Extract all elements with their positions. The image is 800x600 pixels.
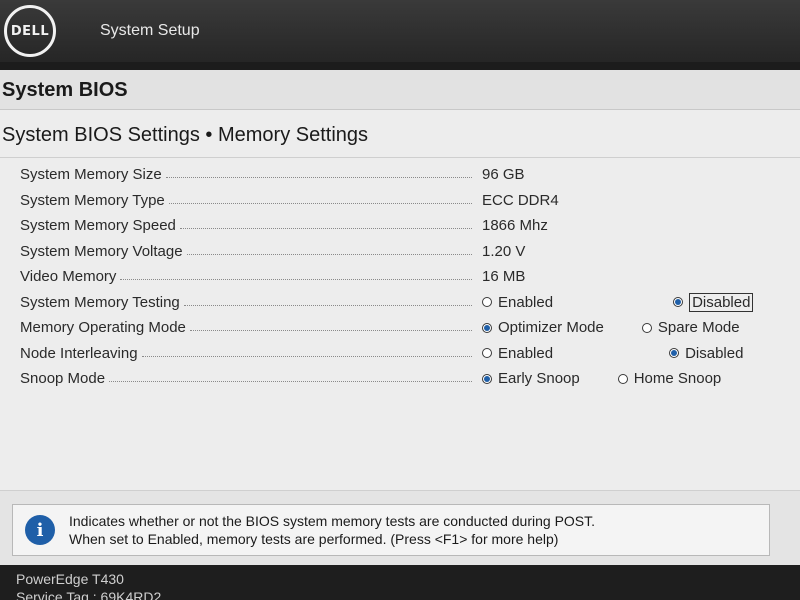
setting-row-memory-voltage: System Memory Voltage 1.20 V	[0, 239, 800, 265]
radio-checked-icon	[482, 322, 492, 333]
setting-label: System Memory Speed	[20, 217, 176, 235]
leader-dots	[120, 279, 472, 281]
setting-value: 1866 Mhz	[482, 217, 548, 235]
setting-label: Memory Operating Mode	[20, 319, 186, 337]
setting-value: 16 MB	[482, 268, 526, 286]
setting-label: System Memory Voltage	[20, 242, 183, 260]
radio-group: Early Snoop Home Snoop	[482, 370, 721, 387]
radio-checked-icon	[669, 348, 680, 359]
radio-group: Enabled Disabled	[482, 292, 754, 312]
radio-checked-icon	[673, 297, 684, 308]
main-panel: System BIOS System BIOS Settings • Memor…	[0, 70, 800, 565]
leader-dots	[141, 355, 472, 357]
setting-label: Snoop Mode	[20, 370, 106, 388]
radio-group: Optimizer Mode Spare Mode	[482, 319, 740, 336]
app-title: System Setup	[100, 22, 200, 39]
page-title: System BIOS Settings • Memory Settings	[0, 110, 800, 158]
setting-value: 96 GB	[482, 166, 525, 184]
section-title: System BIOS	[0, 70, 800, 110]
radio-option-label: Enabled	[498, 293, 554, 311]
radio-unchecked-icon	[641, 322, 652, 333]
top-bar: DELL System Setup	[0, 0, 800, 62]
help-panel: i Indicates whether or not the BIOS syst…	[0, 490, 800, 565]
radio-option[interactable]: Disabled	[669, 345, 743, 362]
leader-dots	[183, 304, 472, 306]
leader-dots	[189, 330, 472, 332]
radio-option[interactable]: Spare Mode	[641, 319, 740, 337]
radio-option-label: Optimizer Mode	[498, 319, 604, 337]
leader-dots	[165, 177, 472, 179]
leader-dots	[186, 253, 472, 255]
radio-option[interactable]: Optimizer Mode	[482, 319, 604, 336]
radio-option-label: Enabled	[498, 344, 554, 362]
setting-row-memory-speed: System Memory Speed 1866 Mhz	[0, 213, 800, 239]
help-line-1: Indicates whether or not the BIOS system…	[69, 513, 596, 529]
radio-group: Enabled Disabled	[482, 345, 743, 362]
radio-option-label: Early Snoop	[498, 370, 580, 388]
setting-label: Node Interleaving	[20, 344, 138, 362]
setting-row-node-interleaving: Node Interleaving Enabled Disabled	[0, 341, 800, 367]
leader-dots	[109, 381, 472, 383]
setting-label: Video Memory	[20, 268, 117, 286]
radio-option-label: Disabled	[689, 292, 754, 312]
help-box: i Indicates whether or not the BIOS syst…	[12, 504, 770, 556]
radio-option-label: Home Snoop	[633, 370, 722, 388]
dell-logo: DELL	[4, 5, 56, 57]
radio-checked-icon	[482, 373, 492, 384]
radio-option-label: Spare Mode	[657, 319, 740, 337]
help-line-2: When set to Enabled, memory tests are pe…	[69, 531, 559, 547]
setting-row-memory-type: System Memory Type ECC DDR4	[0, 188, 800, 214]
setting-label: System Memory Size	[20, 166, 162, 184]
radio-option-label: Disabled	[685, 344, 744, 362]
radio-unchecked-icon	[482, 348, 492, 359]
help-text: Indicates whether or not the BIOS system…	[69, 512, 595, 548]
radio-option[interactable]: Disabled	[673, 292, 754, 312]
leader-dots	[179, 228, 472, 230]
setting-row-snoop-mode: Snoop Mode Early Snoop Home Snoop	[0, 366, 800, 392]
info-icon: i	[25, 515, 55, 545]
setting-row-memory-size: System Memory Size 96 GB	[0, 162, 800, 188]
settings-list: System Memory Size 96 GB System Memory T…	[0, 158, 800, 392]
radio-unchecked-icon	[482, 297, 492, 308]
radio-option[interactable]: Home Snoop	[617, 370, 722, 388]
setting-value: 1.20 V	[482, 242, 526, 260]
setting-value: ECC DDR4	[482, 191, 559, 209]
setting-label: System Memory Type	[20, 191, 165, 209]
radio-option[interactable]: Enabled	[482, 293, 553, 312]
leader-dots	[168, 202, 472, 204]
setting-label: System Memory Testing	[20, 293, 180, 311]
footer: PowerEdge T430 Service Tag : 69K4RD2	[0, 565, 800, 600]
setting-row-operating-mode: Memory Operating Mode Optimizer Mode Spar…	[0, 315, 800, 341]
service-tag: Service Tag : 69K4RD2	[16, 589, 162, 600]
radio-option[interactable]: Early Snoop	[482, 370, 580, 387]
radio-unchecked-icon	[617, 373, 628, 384]
setting-row-video-memory: Video Memory 16 MB	[0, 264, 800, 290]
radio-option[interactable]: Enabled	[482, 345, 553, 362]
setting-row-memory-testing: System Memory Testing Enabled Disabled	[0, 290, 800, 316]
system-model: PowerEdge T430	[16, 571, 124, 587]
